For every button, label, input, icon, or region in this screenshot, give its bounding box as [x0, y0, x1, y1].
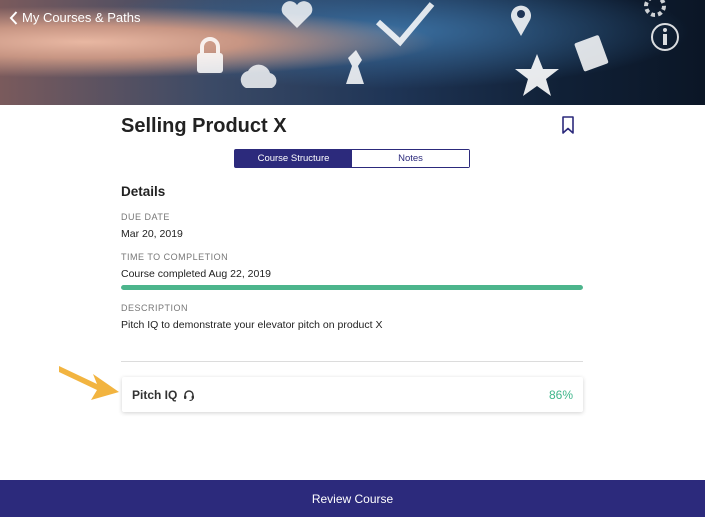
tab-course-structure[interactable]: Course Structure: [235, 150, 352, 167]
due-date-label: DUE DATE: [121, 212, 170, 222]
cloud-icon: [240, 64, 277, 88]
bookmark-icon[interactable]: [561, 116, 575, 134]
map-pin-icon: [511, 5, 531, 37]
hero-banner: My Courses & Paths: [0, 0, 705, 105]
time-to-completion-value: Course completed Aug 22, 2019: [121, 268, 272, 280]
heart-icon: [281, 1, 313, 29]
progress-fill: [121, 285, 583, 290]
course-item-name: Pitch IQ: [132, 387, 178, 402]
tab-notes[interactable]: Notes: [352, 150, 469, 167]
course-item-card[interactable]: Pitch IQ 86%: [122, 377, 583, 412]
due-date-value: Mar 20, 2019: [121, 228, 183, 240]
description-label: DESCRIPTION: [121, 303, 189, 313]
annotation-arrow: [59, 366, 119, 400]
chess-icon: [346, 50, 364, 84]
checkmark-icon: [375, 2, 435, 47]
back-link[interactable]: My Courses & Paths: [9, 10, 141, 25]
divider: [121, 361, 583, 362]
review-course-button[interactable]: Review Course: [0, 480, 705, 517]
description-text: Pitch IQ to demonstrate your elevator pi…: [121, 319, 383, 331]
course-item-score: 86%: [548, 387, 573, 402]
lock-icon: [197, 37, 223, 73]
completion-progress-bar: [121, 285, 583, 290]
back-link-label: My Courses & Paths: [22, 10, 141, 25]
course-title: Selling Product X: [121, 115, 287, 137]
headset-icon: [184, 389, 195, 401]
info-icon: [651, 23, 679, 51]
tab-switcher: Course Structure Notes: [234, 149, 470, 168]
review-course-label: Review Course: [311, 491, 394, 506]
chevron-left-icon: [9, 10, 18, 25]
document-icon: [574, 35, 609, 72]
time-to-completion-label: TIME TO COMPLETION: [121, 252, 229, 262]
details-heading: Details: [121, 184, 166, 199]
star-icon: [515, 54, 559, 96]
gear-icon: [644, 0, 666, 17]
